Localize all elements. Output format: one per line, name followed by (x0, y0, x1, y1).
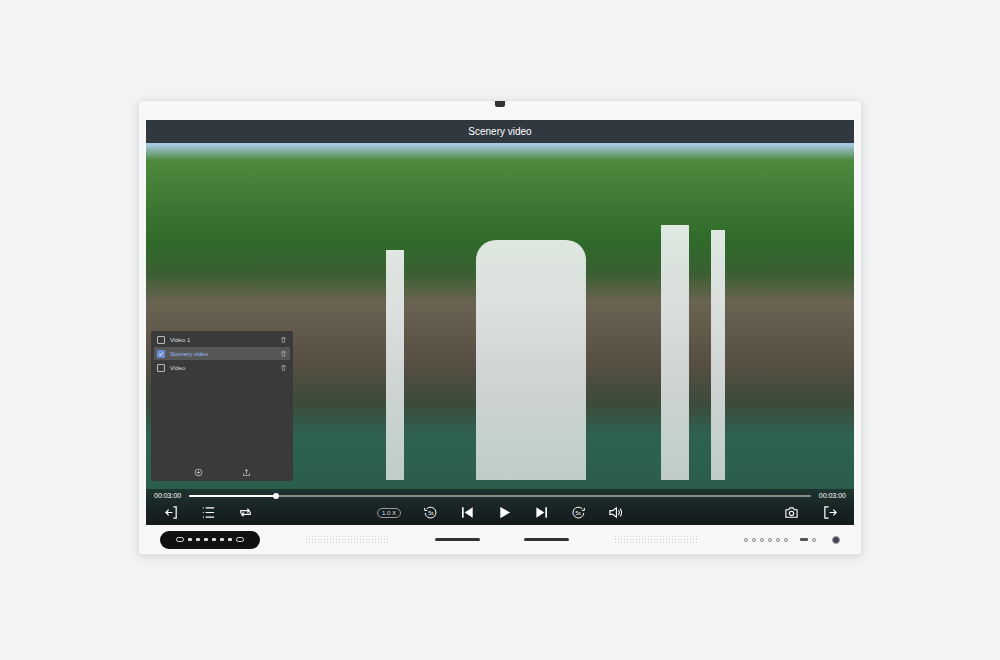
top-bezel (146, 101, 854, 120)
port (768, 538, 772, 542)
button-row: 1.0 X 5s 5s (154, 505, 846, 520)
volume-icon[interactable] (608, 505, 623, 520)
panel-button[interactable] (220, 538, 224, 541)
mic-slot (435, 538, 480, 541)
video-area: Video 1 Scenery video Video (146, 143, 854, 489)
left-controls (154, 505, 377, 520)
waterfall (476, 240, 586, 480)
port (812, 538, 816, 542)
camera-snapshot-icon[interactable] (784, 505, 799, 520)
front-ports (744, 536, 840, 544)
list-icon[interactable] (201, 505, 216, 520)
playlist-item[interactable]: Scenery video (154, 347, 290, 360)
trash-icon[interactable] (280, 350, 287, 357)
export-icon[interactable] (242, 468, 251, 477)
bottom-bezel (146, 525, 854, 554)
progress-row: 00:03:00 00:03:00 (154, 492, 846, 499)
usb-port (800, 538, 808, 541)
trash-icon[interactable] (280, 364, 287, 371)
port (752, 538, 756, 542)
forward-label: 5s (575, 510, 581, 516)
rewind-icon[interactable]: 5s (423, 505, 438, 520)
elapsed-time: 00:03:00 (154, 492, 181, 499)
panel-button[interactable] (228, 538, 232, 541)
nfc-icon[interactable] (176, 537, 184, 542)
playlist-items: Video 1 Scenery video Video (154, 333, 290, 468)
video-screen: Scenery video Video 1 Scenery video Video 00… (146, 120, 854, 525)
waterfall (711, 230, 725, 480)
playlist-item[interactable]: Video 1 (154, 333, 290, 346)
display-monitor: Scenery video Video 1 Scenery video Video 00… (138, 100, 862, 555)
item-label: Video 1 (170, 337, 275, 343)
playlist-footer (154, 468, 290, 479)
quit-icon[interactable] (823, 505, 838, 520)
speaker-grille (305, 535, 390, 545)
waterfall (386, 250, 404, 480)
next-icon[interactable] (534, 505, 549, 520)
progress-knob[interactable] (273, 493, 279, 499)
checkbox[interactable] (157, 350, 165, 358)
camera-icon (495, 101, 505, 107)
exit-icon[interactable] (164, 505, 179, 520)
mic-slot (524, 538, 569, 541)
center-controls: 1.0 X 5s 5s (377, 505, 623, 520)
loop-icon[interactable] (238, 505, 253, 520)
video-title: Scenery video (468, 126, 531, 137)
speed-button[interactable]: 1.0 X (377, 508, 401, 518)
panel-button[interactable] (212, 538, 216, 541)
playlist-item[interactable]: Video (154, 361, 290, 374)
port (744, 538, 748, 542)
checkbox[interactable] (157, 364, 165, 372)
checkbox[interactable] (157, 336, 165, 344)
rewind-label: 5s (428, 510, 434, 516)
port (760, 538, 764, 542)
trash-icon[interactable] (280, 336, 287, 343)
waterfall (661, 225, 689, 480)
item-label: Scenery video (170, 351, 275, 357)
power-button[interactable] (832, 536, 840, 544)
panel-button[interactable] (196, 538, 200, 541)
previous-icon[interactable] (460, 505, 475, 520)
progress-track[interactable] (189, 495, 811, 497)
playlist-panel: Video 1 Scenery video Video (151, 331, 293, 481)
progress-fill (189, 495, 276, 497)
port (784, 538, 788, 542)
panel-button[interactable] (204, 538, 208, 541)
item-label: Video (170, 365, 275, 371)
title-bar: Scenery video (146, 120, 854, 143)
forward-icon[interactable]: 5s (571, 505, 586, 520)
player-controls: 00:03:00 00:03:00 1.0 X 5s 5s (146, 489, 854, 525)
speaker-grille (614, 535, 699, 545)
total-time: 00:03:00 (819, 492, 846, 499)
panel-button[interactable] (188, 538, 192, 541)
front-panel-buttons (160, 531, 260, 549)
add-icon[interactable] (194, 468, 203, 477)
page: Scenery video Video 1 Scenery video Video 00… (0, 0, 1000, 660)
port (776, 538, 780, 542)
wifi-icon[interactable] (236, 537, 244, 542)
right-controls (623, 505, 846, 520)
play-icon[interactable] (497, 505, 512, 520)
check-icon (158, 351, 164, 357)
